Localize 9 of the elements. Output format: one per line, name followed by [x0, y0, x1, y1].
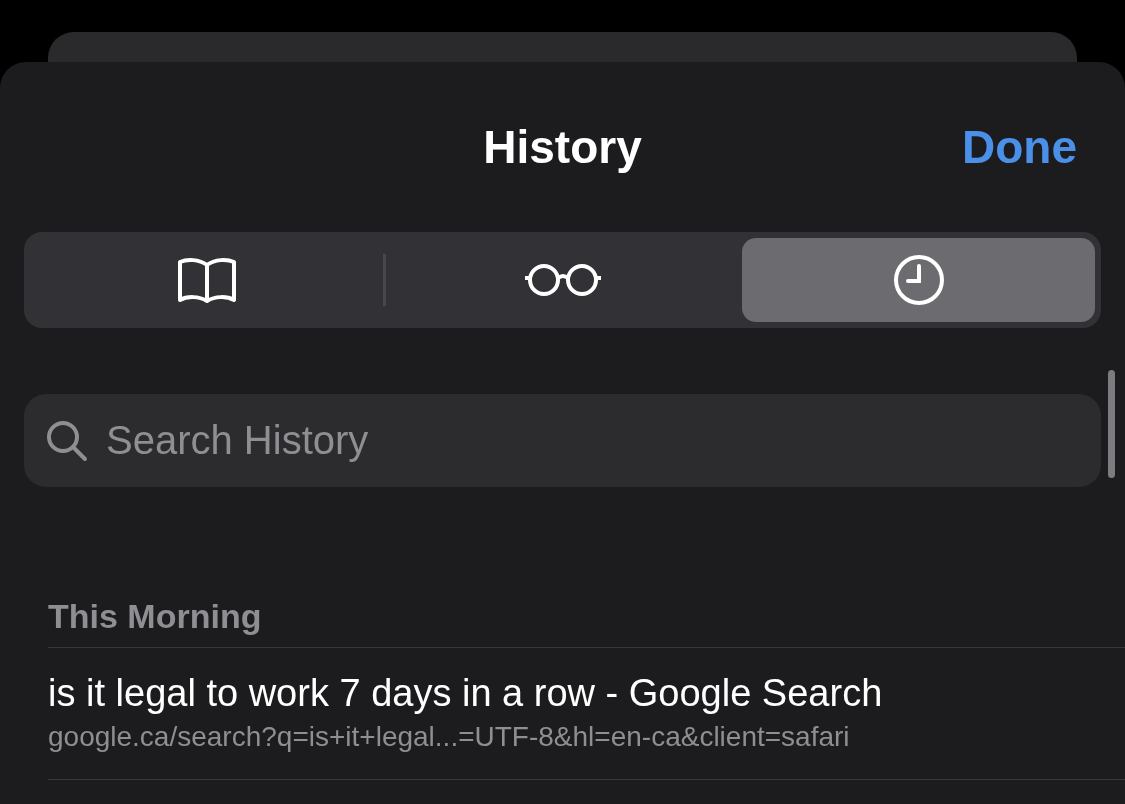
- done-button[interactable]: Done: [962, 120, 1077, 174]
- book-icon: [176, 256, 237, 304]
- search-field[interactable]: Search History: [24, 394, 1101, 487]
- history-item-url: google.ca/search?q=is+it+legal...=UTF-8&hl=en-ca&client=safari: [48, 721, 851, 753]
- glasses-icon: [522, 261, 603, 299]
- clock-icon: [892, 254, 945, 306]
- sheet-title: History: [483, 120, 642, 174]
- history-item-title[interactable]: is it legal to work 7 days in a row - Google Search: [48, 672, 1125, 715]
- section-header: This Morning: [47, 597, 263, 637]
